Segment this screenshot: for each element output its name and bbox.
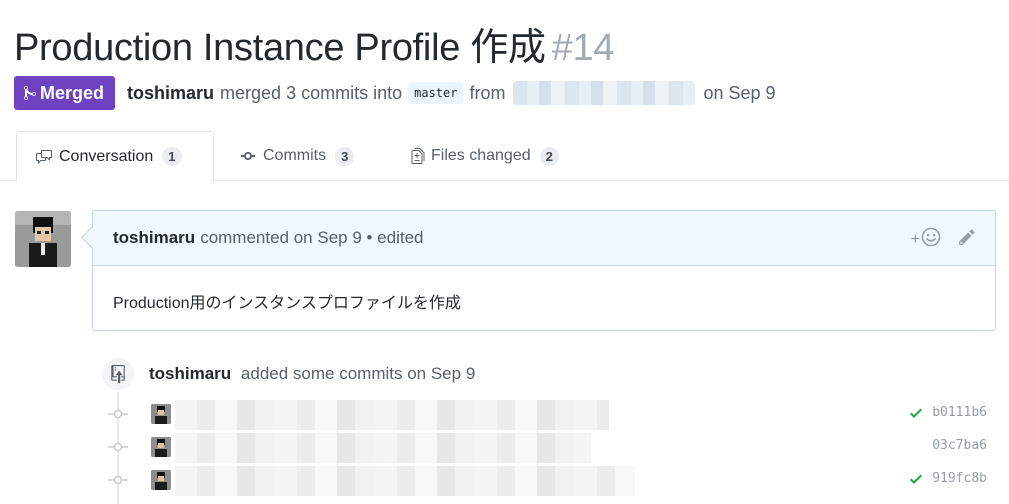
merged-label: Merged	[40, 82, 105, 103]
git-commit-icon	[108, 442, 128, 452]
merged-badge: Merged	[14, 76, 116, 110]
commit-sha[interactable]: 03c7ba6	[932, 438, 987, 453]
tab-files-label: Files changed	[431, 147, 531, 164]
pr-meta: Merged toshimaru merged 3 commits into m…	[14, 76, 776, 110]
push-text: added some commits on Sep 9	[240, 364, 476, 383]
git-commit-icon	[241, 152, 255, 160]
push-author[interactable]: toshimaru	[149, 364, 231, 383]
comment-author[interactable]: toshimaru	[113, 228, 195, 248]
avatar-image	[15, 211, 71, 267]
commit-row: b0111b6	[108, 400, 998, 430]
diff-icon	[411, 148, 425, 164]
add-reaction-plus[interactable]: +	[911, 231, 920, 249]
commit-message-redacted[interactable]	[175, 466, 635, 496]
repo-push-icon	[100, 356, 136, 392]
tab-commits-count: 3	[335, 146, 355, 166]
comment-actions: +	[911, 227, 975, 252]
tab-commits-label: Commits	[263, 147, 327, 164]
tab-conversation[interactable]: Conversation 1	[16, 131, 214, 182]
tab-commits[interactable]: Commits 3	[238, 131, 355, 181]
head-branch-redacted	[513, 81, 696, 105]
merge-date: on Sep 9	[703, 82, 776, 103]
commit-row: 03c7ba6	[108, 433, 998, 463]
pr-title: Production Instance Profile 作成 #14	[14, 16, 615, 71]
push-event: toshimaru added some commits on Sep 9	[149, 364, 475, 384]
pr-author-link[interactable]: toshimaru	[127, 83, 214, 104]
commit-row: 919fc8b	[108, 466, 998, 496]
tab-conversation-label: Conversation	[59, 147, 154, 165]
pr-tabs: Conversation 1 Commits 3 Files changed 2	[0, 131, 1009, 182]
base-branch[interactable]: master	[408, 82, 464, 104]
comment-meta[interactable]: commented on Sep 9 • edited	[200, 228, 423, 248]
comment-header: toshimaru commented on Sep 9 • edited +	[93, 211, 995, 266]
pr-comment: toshimaru commented on Sep 9 • edited + …	[92, 210, 996, 331]
git-commit-icon	[108, 409, 128, 419]
from-text: from	[469, 82, 506, 103]
check-icon[interactable]	[908, 471, 924, 487]
smiley-icon[interactable]	[921, 227, 941, 252]
commit-sha[interactable]: b0111b6	[932, 405, 987, 420]
commit-message-redacted[interactable]	[175, 433, 591, 463]
commit-sha[interactable]: 919fc8b	[932, 471, 987, 486]
git-merge-icon	[24, 85, 36, 101]
pencil-icon[interactable]	[959, 228, 975, 251]
pr-number: #14	[551, 27, 615, 69]
tab-conversation-count: 1	[162, 147, 182, 166]
tab-files-changed[interactable]: Files changed 2	[410, 131, 559, 181]
git-commit-icon	[108, 475, 128, 485]
merge-text: merged 3 commits into	[220, 82, 403, 103]
tab-files-count: 2	[539, 146, 559, 166]
avatar[interactable]	[151, 404, 171, 424]
check-icon[interactable]	[908, 405, 924, 421]
comment-discussion-icon	[36, 149, 52, 164]
avatar[interactable]	[151, 437, 171, 457]
pr-title-text: Production Instance Profile 作成	[14, 27, 546, 69]
avatar[interactable]	[15, 211, 71, 267]
commit-message-redacted[interactable]	[175, 400, 609, 430]
comment-body: Production用のインスタンスプロファイルを作成	[113, 295, 461, 312]
avatar[interactable]	[151, 470, 171, 490]
